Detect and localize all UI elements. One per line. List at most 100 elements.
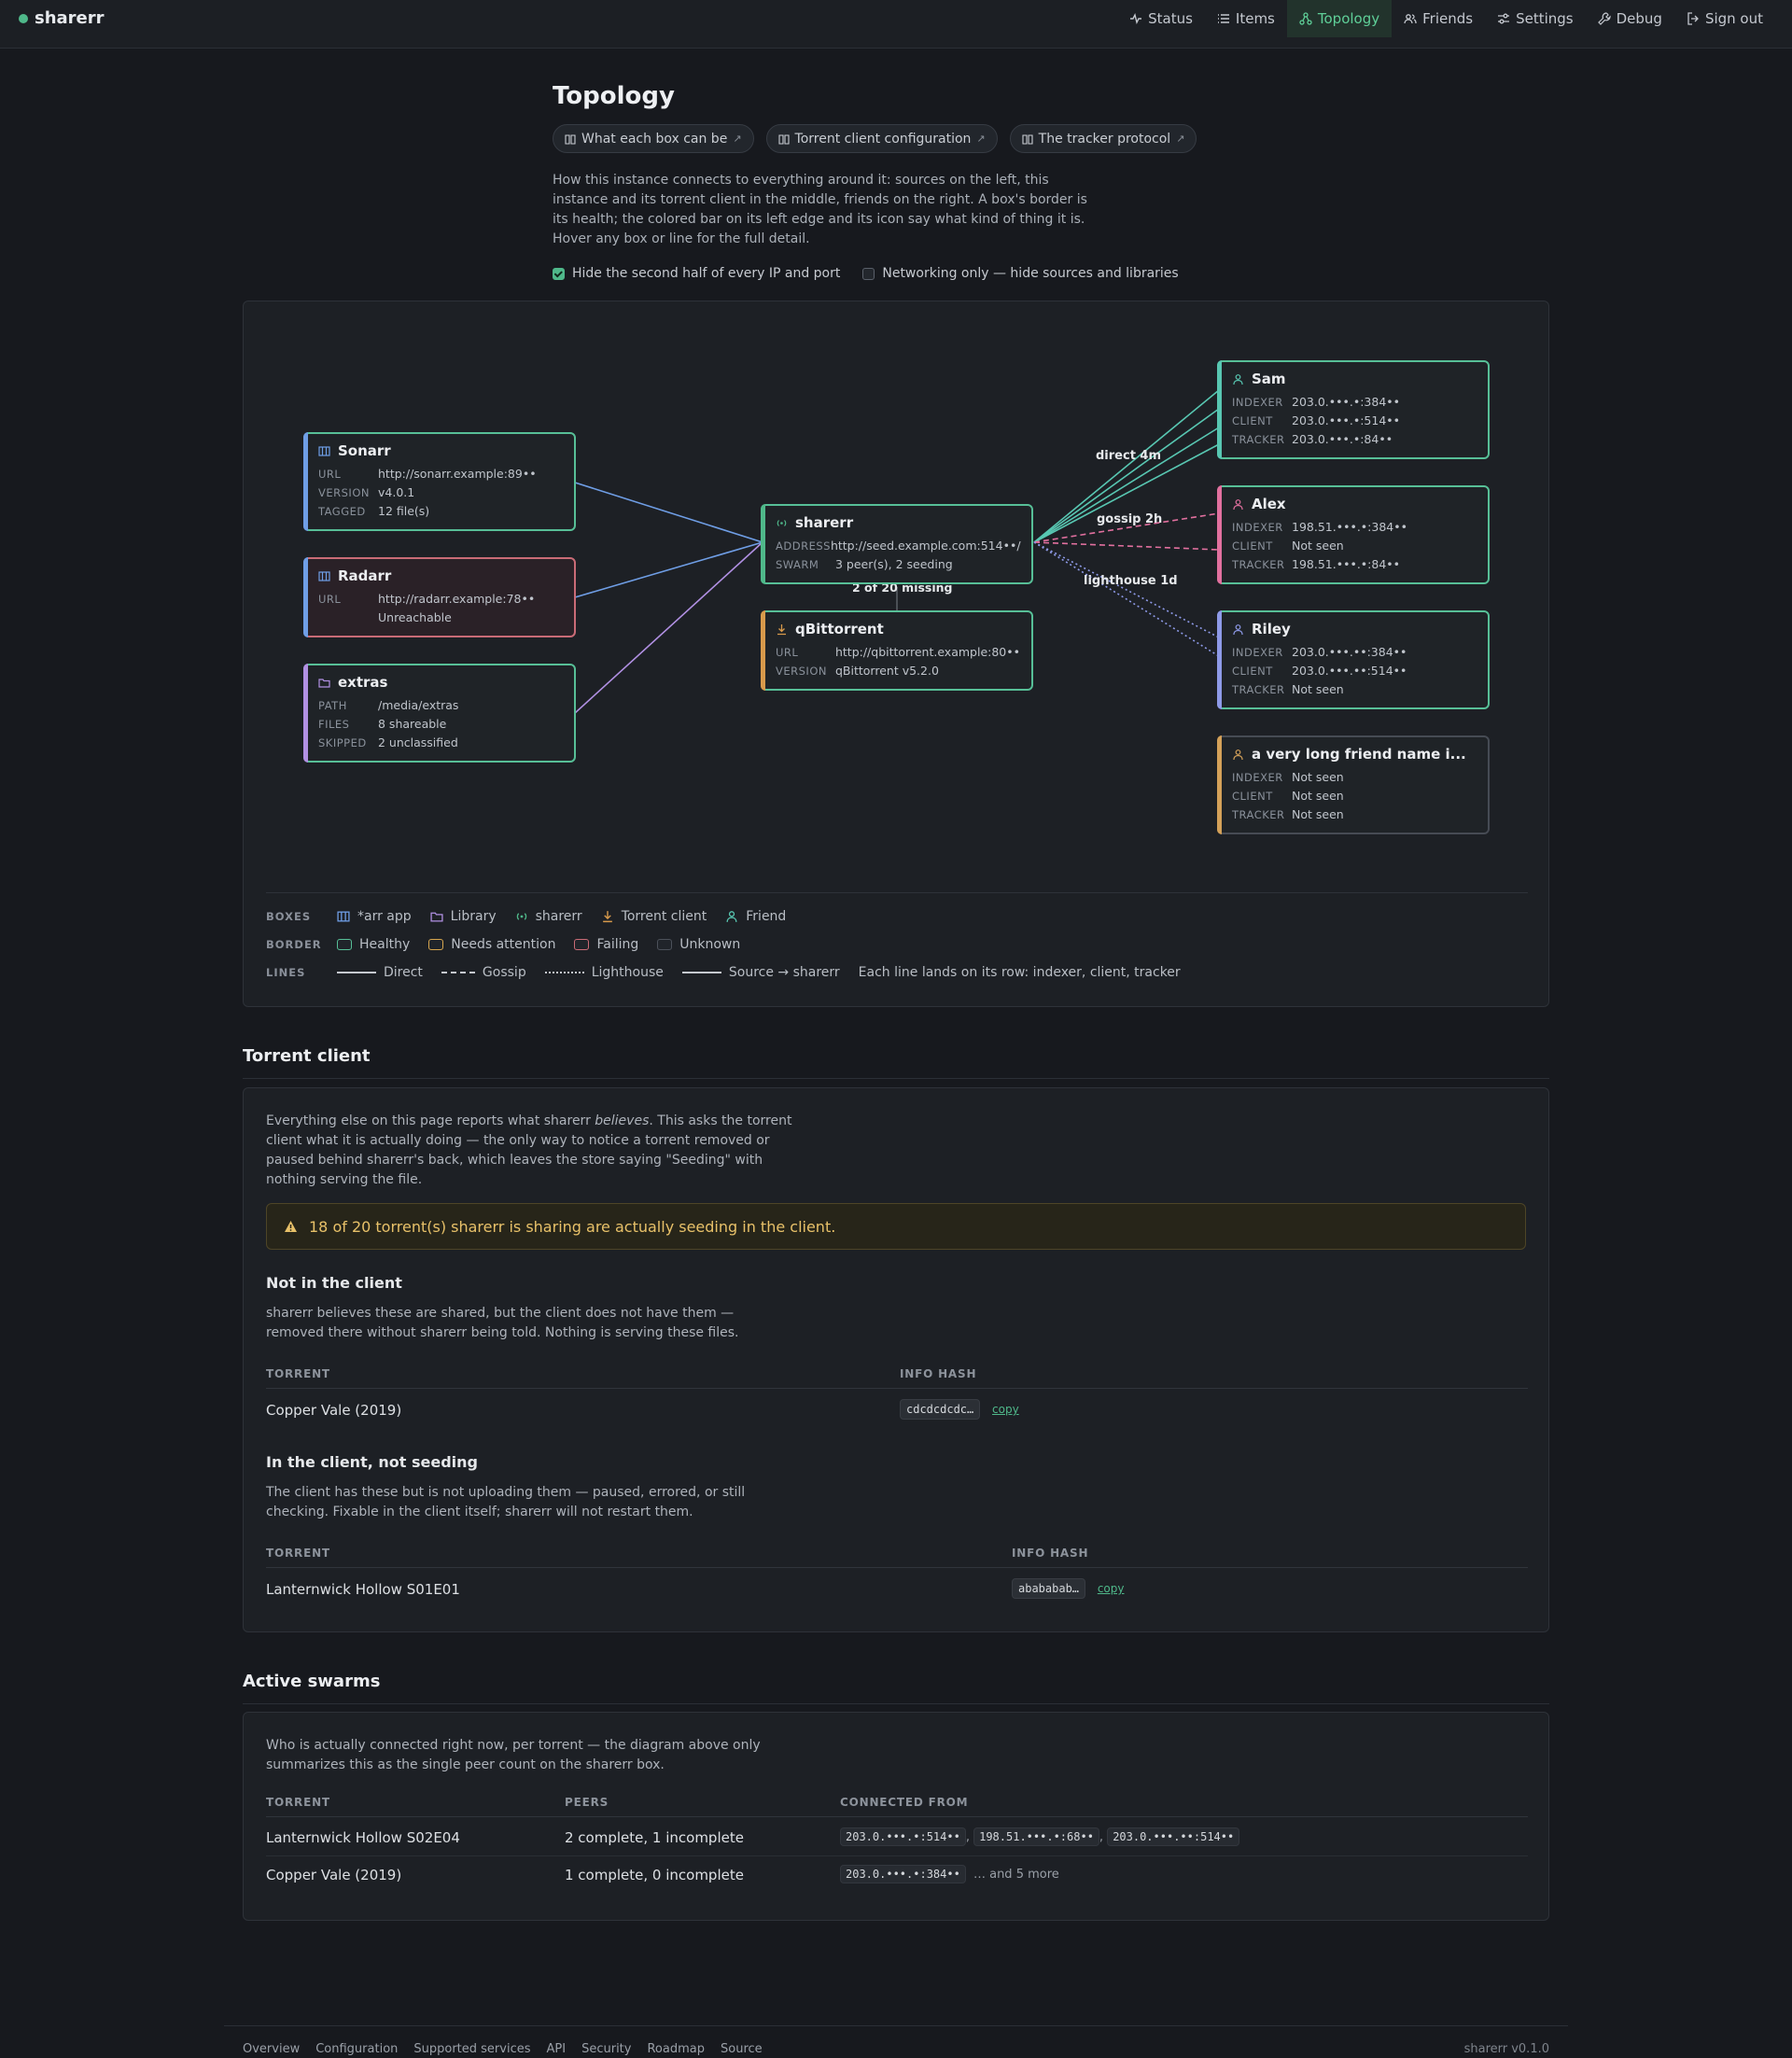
legend-lines: LINES Direct Gossip Lighthouse Source → …	[266, 965, 1526, 980]
broadcast-icon	[516, 913, 526, 920]
nav-items-link[interactable]: Items	[1205, 0, 1287, 37]
doc-link-tracker[interactable]: The tracker protocol ↗	[1009, 124, 1197, 153]
nav-debug[interactable]: Debug	[1586, 0, 1674, 37]
intro-emphasis: believes	[595, 1113, 650, 1128]
legend-label: sharerr	[535, 909, 582, 924]
node-name: Riley	[1252, 621, 1291, 637]
not-seeding-text: The client has these but is not uploadin…	[266, 1485, 746, 1519]
row-value: qBittorrent v5.2.0	[835, 664, 939, 678]
row-value: Not seen	[1292, 539, 1344, 553]
version-label: sharerr v0.1.0	[1463, 2042, 1549, 2056]
checkbox-checked[interactable]	[553, 267, 565, 280]
warning-icon	[285, 1221, 297, 1232]
nav-topology[interactable]: Topology	[1286, 0, 1393, 37]
node-head: qBittorrent	[776, 621, 1020, 637]
col-connected-from: CONNECTED FROM	[840, 1796, 969, 1809]
row-value: 203.0.•••.••:514••	[1292, 664, 1407, 678]
row-value: 3 peer(s), 2 seeding	[835, 557, 953, 571]
node-head: Radarr	[318, 567, 563, 584]
legend-label: Lighthouse	[591, 965, 664, 980]
user-icon	[726, 911, 737, 922]
checkbox-unchecked[interactable]	[862, 267, 875, 280]
book-icon	[565, 133, 576, 145]
row-value: Not seen	[1292, 682, 1344, 696]
footer-link-security[interactable]: Security	[581, 2042, 631, 2056]
row-value: Not seen	[1292, 789, 1344, 803]
node-radarr[interactable]: Radarr URL http://radarr.example:78•• Unr…	[303, 557, 576, 637]
edge-gossip-alex-2	[1033, 541, 1220, 551]
node-name: a very long friend name i...	[1252, 746, 1466, 763]
sliders-icon	[1498, 13, 1510, 24]
legend-boxes: BOXES *arr app Library sharerr Torrent c…	[266, 909, 1526, 924]
hide-ip-checkbox[interactable]: Hide the second half of every IP and por…	[553, 266, 840, 281]
node-head: extras	[318, 674, 563, 691]
node-friend-alex[interactable]: Alex INDEXER 198.51.•••.•:384•• CLIENT Not…	[1217, 485, 1490, 584]
edge-lighthouse-riley-1	[1033, 541, 1220, 638]
nav-status[interactable]: Status	[1117, 0, 1205, 37]
node-name: extras	[338, 674, 388, 691]
nav-items-label: Items	[1235, 10, 1275, 27]
row-key	[318, 609, 378, 627]
edge-label-direct: direct 4m	[1096, 449, 1162, 463]
node-friend-sam[interactable]: Sam INDEXER 203.0.•••.•:384•• CLIENT 203.0…	[1217, 360, 1490, 459]
row-key: TRACKER	[1232, 808, 1285, 821]
footer-link-source[interactable]: Source	[721, 2042, 763, 2056]
row-key: CLIENT	[1232, 414, 1273, 427]
seeding-warning: 18 of 20 torrent(s) sharerr is sharing a…	[266, 1203, 1526, 1250]
footer-link-roadmap[interactable]: Roadmap	[647, 2042, 705, 2056]
table-row: Lanternwick Hollow S01E01 abababab… copy	[266, 1570, 1528, 1607]
folder-icon	[430, 912, 443, 922]
external-link-icon: ↗	[733, 133, 742, 145]
legend-label: Healthy	[359, 937, 411, 952]
swatch-healthy	[337, 939, 352, 950]
legend-label: Source → sharerr	[728, 965, 840, 980]
user-icon	[1233, 623, 1243, 635]
node-row: SWARM 3 peer(s), 2 seeding	[776, 555, 1020, 574]
footer-link-api[interactable]: API	[547, 2042, 567, 2056]
nav-sign-out[interactable]: Sign out	[1674, 0, 1775, 37]
broadcast-icon	[777, 519, 787, 526]
intro-text: Everything else on this page reports wha…	[266, 1113, 595, 1128]
row-value: http://seed.example.com:514••/	[830, 539, 1021, 553]
brand-name: sharerr	[35, 8, 105, 28]
node-extras[interactable]: extras PATH/media/extras FILES 8 shareabl…	[303, 664, 576, 763]
nav-friends[interactable]: Friends	[1392, 0, 1485, 37]
row-key: TRACKER	[1232, 683, 1285, 696]
doc-link-torrent-client[interactable]: Torrent client configuration ↗	[765, 124, 998, 153]
node-row: TRACKER 198.51.•••.•:84••	[1232, 555, 1477, 574]
row-value: 12 file(s)	[378, 504, 430, 518]
footer-link-configuration[interactable]: Configuration	[315, 2042, 398, 2056]
node-friend-riley[interactable]: Riley INDEXER 203.0.•••.••:384•• CLIENT 20…	[1217, 610, 1490, 709]
node-head: Riley	[1232, 621, 1477, 637]
book-icon	[1022, 133, 1033, 145]
row-key: URL	[318, 468, 342, 481]
arr-app-icon	[318, 445, 330, 456]
col-peers: PEERS	[565, 1796, 609, 1809]
node-row: INDEXER Not seen	[1232, 768, 1477, 787]
row-key: INDEXER	[1232, 771, 1283, 784]
row-value: Unreachable	[378, 610, 452, 624]
node-sharerr[interactable]: sharerr ADDRESS http://seed.example.com:5…	[761, 504, 1033, 584]
nav-settings[interactable]: Settings	[1485, 0, 1586, 37]
footer-link-overview[interactable]: Overview	[243, 2042, 300, 2056]
row-value: 203.0.•••.•:514••	[1292, 413, 1401, 427]
doc-link-boxes[interactable]: What each box can be ↗	[553, 124, 754, 153]
node-row: INDEXER 203.0.•••.•:384••	[1232, 393, 1477, 412]
node-row: TRACKER 203.0.•••.•:84••	[1232, 430, 1477, 449]
node-row: CLIENT 203.0.•••.•:514••	[1232, 412, 1477, 430]
node-name: Alex	[1252, 496, 1286, 512]
node-sonarr[interactable]: Sonarr URL http://sonarr.example:89•• VER…	[303, 432, 576, 531]
node-friend-long[interactable]: a very long friend name i... INDEXER Not …	[1217, 735, 1490, 834]
row-key: PATH	[318, 699, 347, 712]
legend-healthy: Healthy	[337, 937, 410, 952]
page-title: Topology	[553, 82, 675, 110]
active-swarms-text: Who is actually connected right now, per…	[266, 1738, 761, 1772]
copy-hash-button[interactable]: copy	[992, 1403, 1019, 1416]
brand[interactable]: sharerr	[19, 8, 105, 28]
copy-hash-button[interactable]: copy	[1098, 1582, 1125, 1595]
row-key: INDEXER	[1232, 646, 1283, 659]
footer-link-supported-services[interactable]: Supported services	[413, 2042, 530, 2056]
networking-only-checkbox[interactable]: Networking only — hide sources and libra…	[862, 266, 1179, 281]
node-qbittorrent[interactable]: qBittorrent URL http://qbittorrent.exampl…	[761, 610, 1033, 691]
legend-divider	[266, 892, 1528, 893]
